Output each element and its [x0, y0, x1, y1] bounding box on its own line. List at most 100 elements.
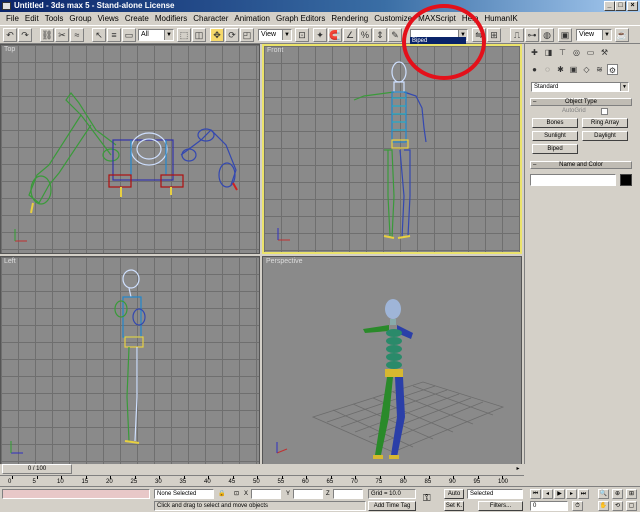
track-view-icon[interactable]: ⎍	[510, 28, 524, 42]
geometry-category-icon[interactable]: ●	[529, 64, 540, 75]
menu-group[interactable]: Group	[66, 12, 94, 25]
viewport-top[interactable]: Top	[0, 44, 260, 254]
daylight-button[interactable]: Daylight	[582, 131, 628, 141]
render-scene-icon[interactable]: ▣	[558, 28, 572, 42]
schematic-view-icon[interactable]: ⊶	[525, 28, 539, 42]
arc-rotate-icon[interactable]: ⟲	[612, 501, 623, 511]
select-and-scale-icon[interactable]: ◰	[240, 28, 254, 42]
maximize-button[interactable]: □	[615, 1, 626, 11]
autogrid-checkbox[interactable]	[601, 108, 608, 115]
maxscript-listener-mini[interactable]	[2, 489, 150, 499]
menu-graph-editors[interactable]: Graph Editors	[273, 12, 328, 25]
close-button[interactable]: ×	[627, 1, 638, 11]
next-frame-icon[interactable]: ▸	[566, 489, 577, 499]
selection-filter-dropdown[interactable]: All ▼	[138, 29, 174, 41]
y-coordinate-field[interactable]	[293, 489, 323, 499]
auto-key-button[interactable]: Auto	[444, 489, 464, 499]
quick-render-icon[interactable]: ☕	[615, 28, 629, 42]
menu-create[interactable]: Create	[122, 12, 152, 25]
percent-snap-icon[interactable]: %	[358, 28, 372, 42]
viewport-front[interactable]: Front	[262, 44, 522, 254]
menu-modifiers[interactable]: Modifiers	[152, 12, 190, 25]
time-slider[interactable]: 0 / 100 ▸	[0, 464, 524, 474]
utilities-tab-icon[interactable]: ⚒	[599, 47, 610, 58]
menu-tools[interactable]: Tools	[42, 12, 67, 25]
menu-customize[interactable]: Customize	[371, 12, 415, 25]
zoom-extents-icon[interactable]: ⊞	[626, 489, 637, 499]
object-color-swatch[interactable]	[620, 174, 632, 186]
material-editor-icon[interactable]: ◍	[540, 28, 554, 42]
named-selection-edit-icon[interactable]: ✎	[388, 28, 402, 42]
menu-file[interactable]: File	[3, 12, 22, 25]
snap-toggle-icon[interactable]: 🧲	[328, 28, 342, 42]
sunlight-button[interactable]: Sunlight	[532, 131, 578, 141]
ring-array-button[interactable]: Ring Array	[582, 118, 628, 128]
time-slider-thumb[interactable]: 0 / 100	[2, 464, 72, 474]
set-key-icon[interactable]: ⚿	[423, 494, 431, 504]
spacewarps-category-icon[interactable]: ≋	[594, 64, 605, 75]
lock-selection-icon[interactable]: 🔒	[218, 489, 225, 499]
select-and-rotate-icon[interactable]: ⟳	[225, 28, 239, 42]
menu-edit[interactable]: Edit	[22, 12, 42, 25]
go-to-end-icon[interactable]: ⏭	[578, 489, 589, 499]
previous-frame-icon[interactable]: ◂	[542, 489, 553, 499]
menu-views[interactable]: Views	[95, 12, 122, 25]
z-coordinate-field[interactable]	[333, 489, 363, 499]
helpers-category-icon[interactable]: ◇	[581, 64, 592, 75]
go-to-start-icon[interactable]: ⏮	[530, 489, 541, 499]
spinner-snap-icon[interactable]: ⇕	[373, 28, 387, 42]
display-tab-icon[interactable]: ▭	[585, 47, 596, 58]
menu-character[interactable]: Character	[190, 12, 231, 25]
add-time-tag-button[interactable]: Add Time Tag	[368, 501, 416, 511]
menu-animation[interactable]: Animation	[231, 12, 273, 25]
biped-button[interactable]: Biped	[532, 144, 578, 154]
object-category-dropdown[interactable]: Standard ▼	[531, 82, 629, 92]
name-and-color-rollout[interactable]: – Name and Color	[530, 161, 632, 169]
track-bar[interactable]: 0 5 10 15 20 25 30 35 40 45 50 55 60 65 70 75 80 85 90 95 10…	[0, 475, 524, 486]
link-icon[interactable]: ⛓	[40, 28, 54, 42]
maximize-viewport-icon[interactable]: ▢	[626, 501, 637, 511]
set-key-button[interactable]: Set K.	[444, 501, 464, 511]
render-type-dropdown[interactable]: View ▼	[576, 29, 612, 41]
x-coordinate-field[interactable]	[251, 489, 281, 499]
menu-humanik[interactable]: HumanIK	[481, 12, 520, 25]
menu-maxscript[interactable]: MAXScript	[415, 12, 459, 25]
pivot-center-icon[interactable]: ⊡	[295, 28, 309, 42]
angle-snap-icon[interactable]: ∠	[343, 28, 357, 42]
unlink-icon[interactable]: ✂	[55, 28, 69, 42]
undo-icon[interactable]: ↶	[3, 28, 17, 42]
minimize-button[interactable]: _	[604, 1, 615, 11]
absolute-relative-icon[interactable]: ⊡	[234, 489, 239, 499]
bones-button[interactable]: Bones	[532, 118, 578, 128]
current-frame-field[interactable]: 0	[530, 501, 568, 511]
cameras-category-icon[interactable]: ▣	[568, 64, 579, 75]
menu-rendering[interactable]: Rendering	[328, 12, 371, 25]
menu-help[interactable]: Help	[459, 12, 481, 25]
play-icon[interactable]: ▶	[554, 489, 565, 499]
modify-tab-icon[interactable]: ◨	[543, 47, 554, 58]
select-by-name-icon[interactable]: ≡	[107, 28, 121, 42]
object-name-input[interactable]	[530, 174, 616, 186]
create-tab-icon[interactable]: ✚	[529, 47, 540, 58]
viewport-left[interactable]: Left	[0, 256, 260, 466]
key-filters-button[interactable]: Filters...	[478, 501, 523, 511]
bind-space-warp-icon[interactable]: ≈	[70, 28, 84, 42]
systems-category-icon[interactable]: ⚙	[607, 64, 618, 75]
mirror-icon[interactable]: ⇋	[472, 28, 486, 42]
select-region-icon[interactable]: ⬚	[177, 28, 191, 42]
app-icon[interactable]	[2, 2, 11, 10]
motion-tab-icon[interactable]: ◎	[571, 47, 582, 58]
window-crossing-icon[interactable]: ◫	[192, 28, 206, 42]
align-icon[interactable]: ⊞	[487, 28, 501, 42]
select-manipulate-icon[interactable]: ✦	[313, 28, 327, 42]
selection-region-icon[interactable]: ▭	[122, 28, 136, 42]
reference-coordinate-dropdown[interactable]: View ▼	[258, 29, 292, 41]
redo-icon[interactable]: ↷	[18, 28, 32, 42]
select-object-icon[interactable]: ↖	[92, 28, 106, 42]
object-type-rollout[interactable]: – Object Type	[530, 98, 632, 106]
select-and-move-icon[interactable]: ✥	[210, 28, 224, 42]
zoom-all-icon[interactable]: ⊕	[612, 489, 623, 499]
time-next-icon[interactable]: ▸	[513, 464, 523, 474]
key-mode-dropdown[interactable]: Selected	[467, 489, 523, 499]
zoom-icon[interactable]: 🔍	[598, 489, 609, 499]
